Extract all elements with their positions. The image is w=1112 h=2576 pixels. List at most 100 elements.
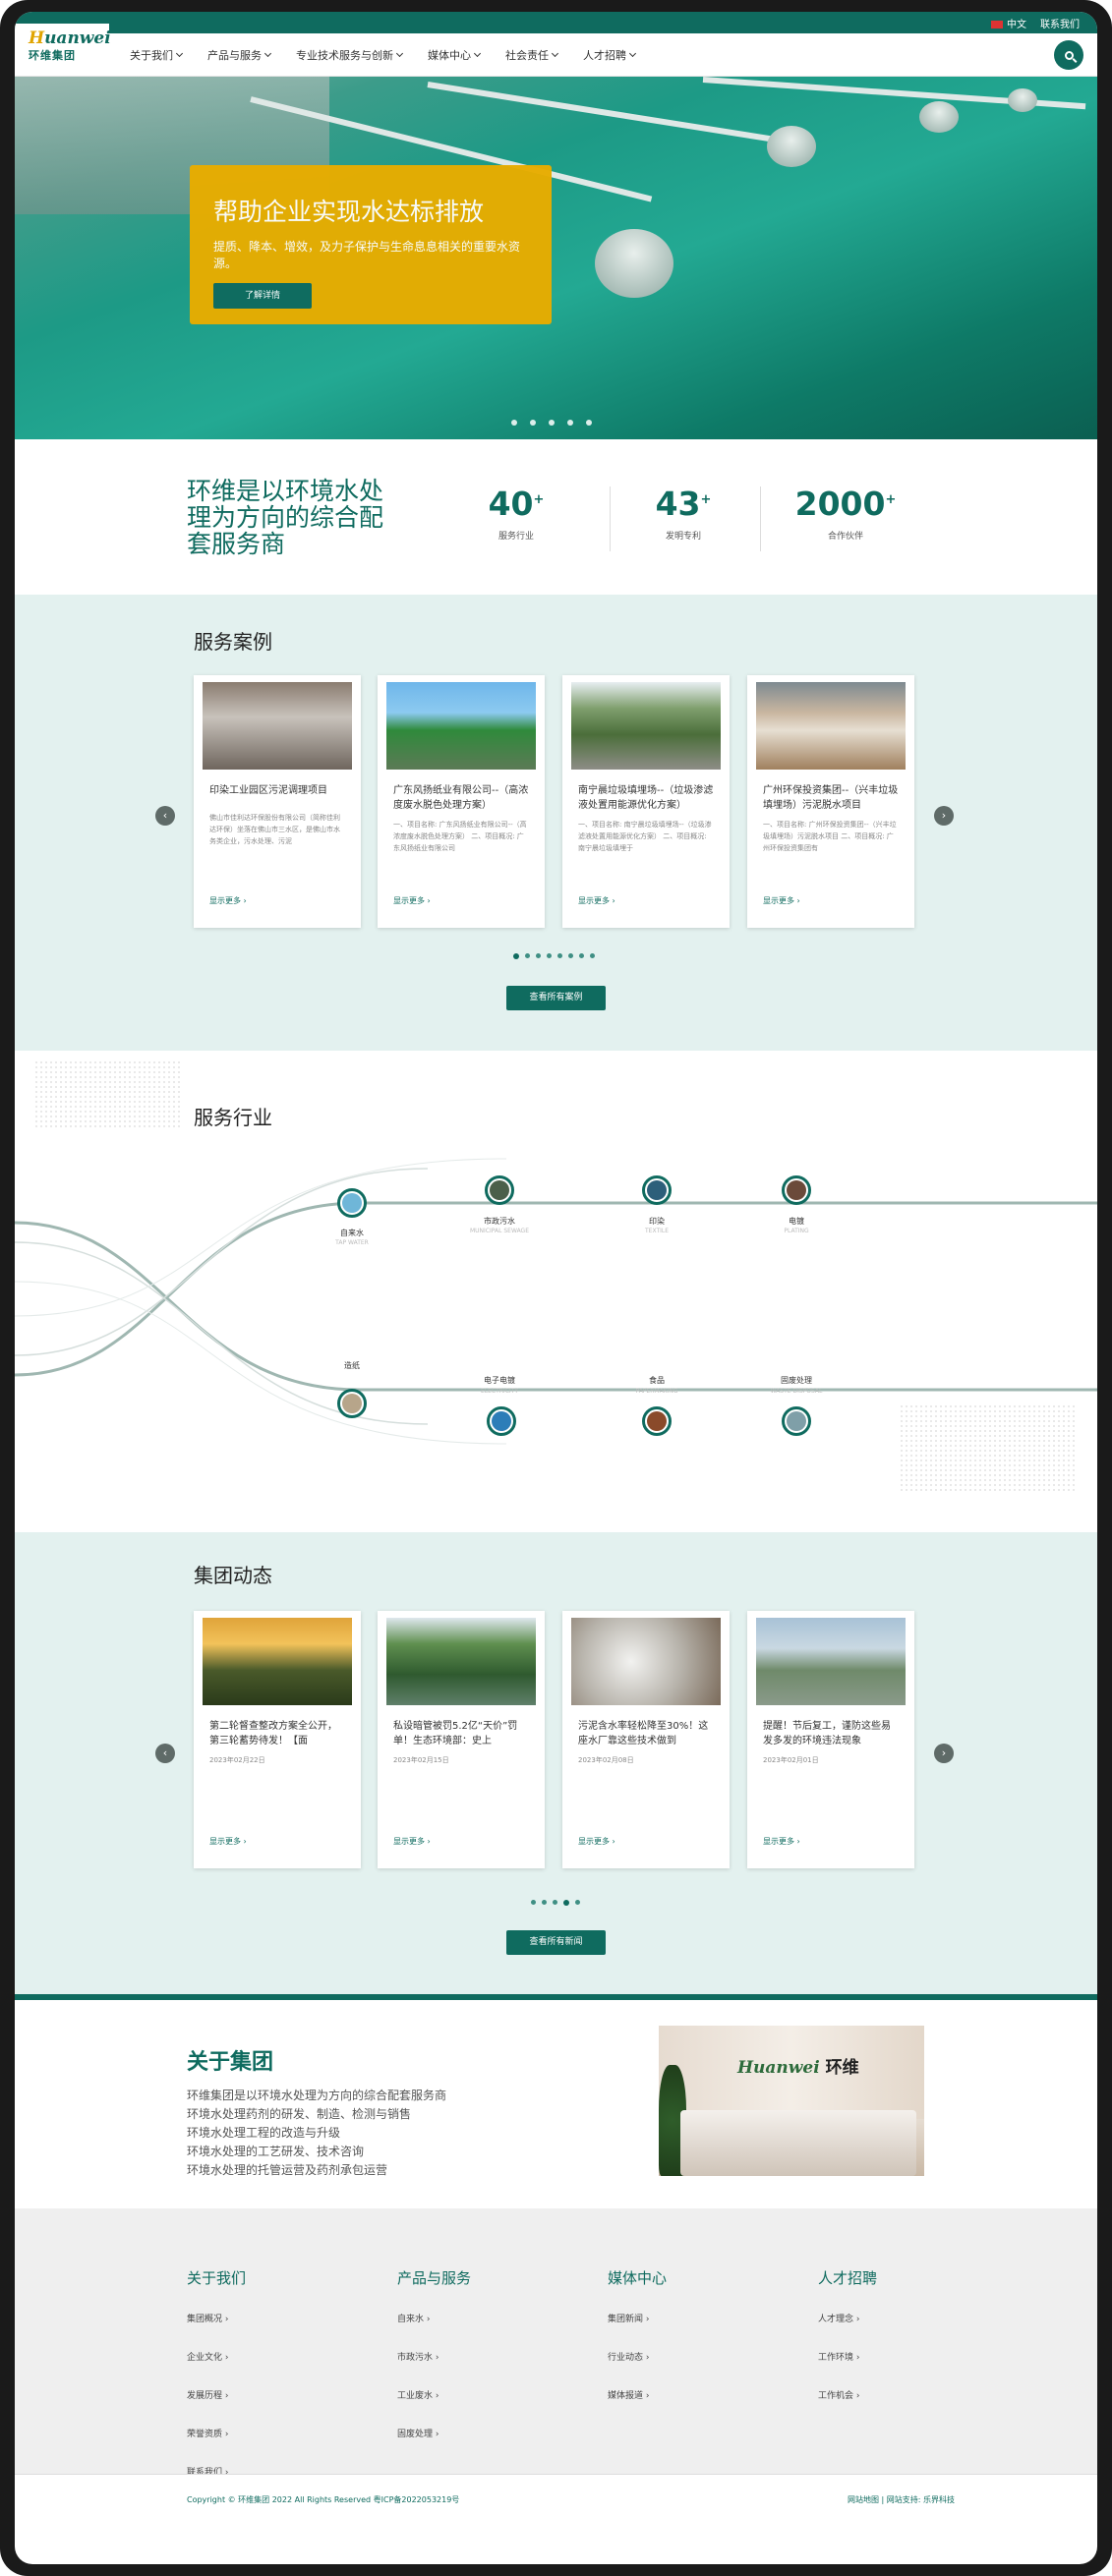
page-dot[interactable]: [579, 953, 584, 958]
slider-dot[interactable]: [567, 420, 573, 426]
case-card[interactable]: 广东风扬纸业有限公司--（高浓度废水脱色处理方案） 一、项目名称: 广东风扬纸业…: [378, 675, 545, 928]
news-card[interactable]: 私设暗管被罚5.2亿“天价”罚单！生态环境部：史上 2023年02月15日 显示…: [378, 1611, 545, 1868]
page-dot[interactable]: [547, 953, 552, 958]
footer-link[interactable]: 市政污水 ›: [397, 2350, 471, 2363]
hero-title: 帮助企业实现水达标排放: [213, 198, 485, 226]
footer-link[interactable]: 荣誉资质 ›: [187, 2427, 246, 2439]
view-all-news-button[interactable]: 查看所有新闻: [506, 1930, 606, 1955]
footer-col-about: 关于我们 集团概况 › 企业文化 › 发展历程 › 荣誉资质 › 联系我们 ›: [187, 2267, 246, 2503]
nav-media[interactable]: 媒体中心: [415, 47, 493, 63]
contact-link[interactable]: 联系我们: [1040, 16, 1080, 30]
page-dot[interactable]: [563, 1900, 569, 1906]
page-dot[interactable]: [568, 953, 573, 958]
cases-section: 服务案例 ‹ › 印染工业园区污泥调理项目 佛山市佳利达环保股份有限公司（简称佳…: [15, 595, 1097, 1051]
footer-link[interactable]: 行业动态 ›: [608, 2350, 667, 2363]
nav-products[interactable]: 产品与服务: [195, 47, 283, 63]
industry-municipal-icon[interactable]: [485, 1175, 514, 1205]
industry-electronics-icon[interactable]: [487, 1406, 516, 1436]
footer-link[interactable]: 集团概况 ›: [187, 2312, 246, 2324]
case-card[interactable]: 广州环保投资集团--（兴丰垃圾填埋场）污泥脱水项目 一、项目名称: 广州环保投资…: [747, 675, 914, 928]
hero-learn-more-button[interactable]: 了解详情: [213, 283, 312, 309]
page-dot[interactable]: [553, 1900, 557, 1905]
top-utility-bar: 中文 联系我们: [15, 12, 1097, 33]
news-more-link[interactable]: 显示更多 ›: [578, 1836, 615, 1847]
copyright-bar: Copyright © 环维集团 2022 All Rights Reserve…: [15, 2474, 1097, 2525]
industry-label-en: PLATING: [784, 1228, 809, 1234]
case-more-link[interactable]: 显示更多 ›: [763, 895, 800, 906]
case-card[interactable]: 印染工业园区污泥调理项目 佛山市佳利达环保股份有限公司（简称佳利达环保）坐落在佛…: [194, 675, 361, 928]
nav-tech[interactable]: 专业技术服务与创新: [283, 47, 415, 63]
industries-title: 服务行业: [194, 1106, 272, 1129]
page-dot[interactable]: [557, 953, 562, 958]
reception-photo: Huanwei 环维: [659, 2026, 924, 2176]
cases-title: 服务案例: [194, 630, 272, 654]
news-more-link[interactable]: 显示更多 ›: [209, 1836, 247, 1847]
footer-link[interactable]: 工业废水 ›: [397, 2388, 471, 2401]
nav-careers[interactable]: 人才招聘: [570, 47, 648, 63]
news-card[interactable]: 第二轮督查整改方案全公开，第三轮蓄势待发！【面 2023年02月22日 显示更多…: [194, 1611, 361, 1868]
about-line: 环境水处理的托管运营及药剂承包运营: [187, 2163, 388, 2177]
news-more-link[interactable]: 显示更多 ›: [393, 1836, 431, 1847]
slider-dot[interactable]: [549, 420, 555, 426]
page-dot[interactable]: [542, 1900, 547, 1905]
news-section: 集团动态 ‹ › 第二轮督查整改方案全公开，第三轮蓄势待发！【面 2023年02…: [15, 1532, 1097, 1994]
site-logo[interactable]: Huanwei 环维集团: [15, 23, 111, 71]
cases-next-arrow[interactable]: ›: [934, 806, 954, 826]
footer-col-title: 媒体中心: [608, 2269, 668, 2287]
page-dot[interactable]: [575, 1900, 580, 1905]
page-dot[interactable]: [536, 953, 541, 958]
industry-food-icon[interactable]: [642, 1406, 672, 1436]
logo-text-en: Huanwei: [29, 28, 111, 48]
photo-desk: [680, 2110, 916, 2176]
news-more-link[interactable]: 显示更多 ›: [763, 1836, 800, 1847]
view-all-cases-button[interactable]: 查看所有案例: [506, 986, 606, 1010]
case-more-link[interactable]: 显示更多 ›: [393, 895, 431, 906]
footer-link[interactable]: 媒体报道 ›: [608, 2388, 667, 2401]
slider-dot[interactable]: [586, 420, 592, 426]
page-dot[interactable]: [525, 953, 530, 958]
stats-section: 环维是以环境水处理为方向的综合配套服务商 40+ 服务行业 43+ 发明专利 200…: [15, 439, 1097, 595]
photo-logo-sign: Huanwei 环维: [737, 2058, 859, 2078]
case-image: [571, 682, 721, 770]
footer-sitemap-links[interactable]: 网站地图 | 网站支持: 乐界科技: [848, 2494, 955, 2505]
news-card[interactable]: 提醒！节后复工，谨防这些易发多发的环境违法现象 2023年02月01日 显示更多…: [747, 1611, 914, 1868]
slider-dot[interactable]: [530, 420, 536, 426]
footer-link[interactable]: 工作机会 ›: [818, 2388, 877, 2401]
news-image: [203, 1618, 352, 1705]
page-dot[interactable]: [513, 953, 519, 959]
footer-link[interactable]: 发展历程 ›: [187, 2388, 246, 2401]
slider-dot[interactable]: [511, 420, 517, 426]
search-button[interactable]: [1054, 40, 1083, 70]
page-dot[interactable]: [590, 953, 595, 958]
case-image: [386, 682, 536, 770]
industry-waste-icon[interactable]: [782, 1406, 811, 1436]
nav-about[interactable]: 关于我们: [117, 47, 195, 63]
footer-link[interactable]: 固废处理 ›: [397, 2427, 471, 2439]
footer-link[interactable]: 企业文化 ›: [187, 2350, 246, 2363]
case-more-link[interactable]: 显示更多 ›: [578, 895, 615, 906]
industry-plating-icon[interactable]: [782, 1175, 811, 1205]
news-next-arrow[interactable]: ›: [934, 1744, 954, 1763]
industry-tap-water-icon[interactable]: [337, 1188, 367, 1218]
industry-paper-icon[interactable]: [337, 1389, 367, 1418]
industry-label: 固废处理: [781, 1376, 812, 1385]
footer-link[interactable]: 自来水 ›: [397, 2312, 471, 2324]
nav-csr[interactable]: 社会责任: [493, 47, 570, 63]
news-prev-arrow[interactable]: ‹: [155, 1744, 175, 1763]
news-card[interactable]: 污泥含水率轻松降至30%！这座水厂靠这些技术做到 2023年02月08日 显示更…: [562, 1611, 730, 1868]
industry-textile-icon[interactable]: [642, 1175, 672, 1205]
chevron-down-icon: [395, 49, 404, 57]
hero-subtitle: 提质、降本、增效，及力子保护与生命息息相关的重要水资源。: [213, 240, 521, 270]
footer-link[interactable]: 集团新闻 ›: [608, 2312, 667, 2324]
cases-prev-arrow[interactable]: ‹: [155, 806, 175, 826]
case-more-link[interactable]: 显示更多 ›: [209, 895, 247, 906]
case-card[interactable]: 南宁晨垃圾填埋场--（垃圾渗滤液处置用能源优化方案） 一、项目名称: 南宁晨垃圾…: [562, 675, 730, 928]
language-switch[interactable]: 中文: [991, 16, 1026, 30]
footer-link[interactable]: 工作环境 ›: [818, 2350, 877, 2363]
footer-link[interactable]: 人才理念 ›: [818, 2312, 877, 2324]
industry-label: 电镀: [789, 1217, 804, 1226]
logo-text-cn: 环维集团: [29, 48, 76, 62]
page-dot[interactable]: [531, 1900, 536, 1905]
about-title: 关于集团: [187, 2050, 274, 2075]
news-title-text: 私设暗管被罚5.2亿“天价”罚单！生态环境部：史上: [393, 1721, 518, 1746]
